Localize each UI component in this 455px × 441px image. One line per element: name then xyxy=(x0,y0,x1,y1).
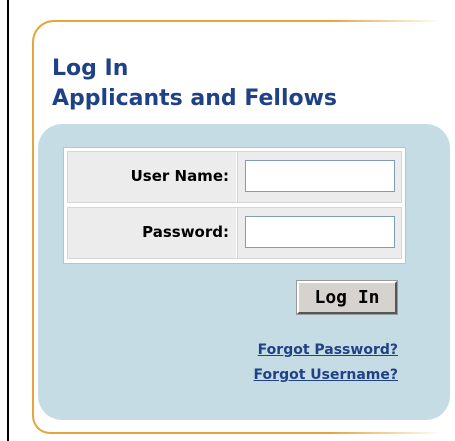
forgot-password-link[interactable]: Forgot Password? xyxy=(258,342,398,358)
forgot-username-link[interactable]: Forgot Username? xyxy=(254,367,398,383)
frame-bottom-fade xyxy=(330,426,455,436)
password-row: Password: xyxy=(67,207,402,259)
title-line-login: Log In xyxy=(52,56,129,81)
login-form: User Name: Password: xyxy=(63,147,406,264)
login-button[interactable]: Log In xyxy=(296,280,398,315)
username-input[interactable] xyxy=(245,160,395,192)
page-title: Log In Applicants and Fellows xyxy=(52,54,337,114)
username-row: User Name: xyxy=(67,151,402,203)
username-label: User Name: xyxy=(130,167,229,185)
frame-top-fade xyxy=(330,16,455,26)
title-line-audience: Applicants and Fellows xyxy=(52,86,338,111)
password-input[interactable] xyxy=(245,216,395,248)
frame-left-border xyxy=(32,70,34,410)
cell-divider-shadow xyxy=(237,152,238,202)
page-edge-line xyxy=(7,0,9,441)
password-label: Password: xyxy=(142,223,229,241)
cell-divider-shadow xyxy=(237,208,238,258)
